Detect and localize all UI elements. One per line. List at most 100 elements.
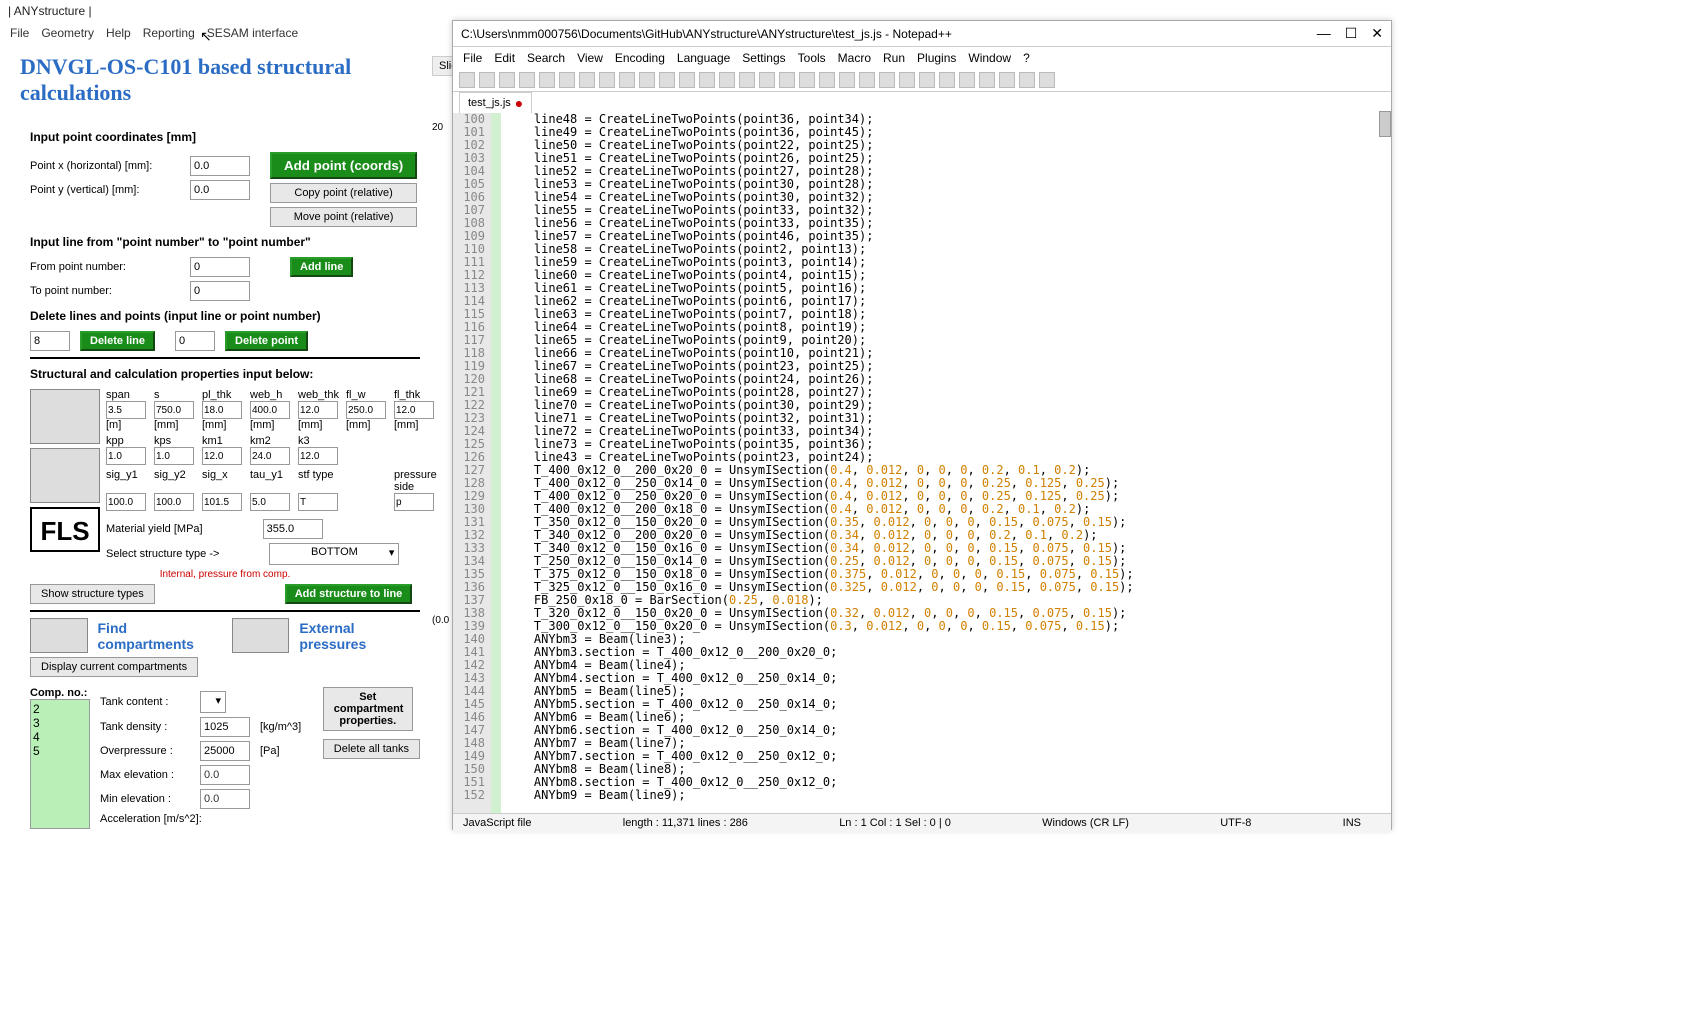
scrollbar-thumb[interactable] (1379, 111, 1391, 137)
toolbar-icon[interactable] (879, 72, 895, 88)
prop-input[interactable] (250, 401, 290, 419)
toolbar-icon[interactable] (739, 72, 755, 88)
show-structure-types-button[interactable]: Show structure types (30, 584, 155, 604)
delete-line-button[interactable]: Delete line (80, 331, 155, 351)
menu-reporting[interactable]: Reporting (143, 26, 195, 40)
npp-menu-item[interactable]: Search (527, 51, 565, 65)
external-pressures-link[interactable]: External pressures (299, 620, 420, 652)
to-input[interactable] (190, 281, 250, 301)
prop-input[interactable] (106, 447, 146, 465)
set-compartment-button[interactable]: Set compartment properties. (323, 687, 413, 731)
menu-geometry[interactable]: Geometry (41, 26, 94, 40)
prop-input[interactable] (250, 447, 290, 465)
npp-menu-item[interactable]: Run (883, 51, 905, 65)
tank-density-input[interactable] (200, 717, 250, 737)
toolbar-icon[interactable] (639, 72, 655, 88)
add-structure-button[interactable]: Add structure to line (285, 584, 413, 604)
npp-menu-item[interactable]: Language (677, 51, 730, 65)
prop-input[interactable] (250, 493, 290, 511)
prop-input[interactable] (154, 401, 194, 419)
toolbar-icon[interactable] (959, 72, 975, 88)
prop-input[interactable] (394, 493, 434, 511)
close-icon[interactable]: ✕ (1371, 25, 1383, 42)
pointx-input[interactable] (190, 156, 250, 176)
list-item[interactable]: 4 (33, 730, 87, 744)
prop-input[interactable] (202, 401, 242, 419)
code-area[interactable]: line48 = CreateLineTwoPoints(point36, po… (501, 113, 1391, 813)
delete-all-tanks-button[interactable]: Delete all tanks (323, 739, 420, 759)
prop-input[interactable] (202, 447, 242, 465)
toolbar-icon[interactable] (939, 72, 955, 88)
editor[interactable]: 100 101 102 103 104 105 106 107 108 109 … (453, 113, 1391, 813)
overpressure-input[interactable] (200, 741, 250, 761)
list-item[interactable]: 3 (33, 716, 87, 730)
prop-input[interactable] (202, 493, 242, 511)
toolbar-icon[interactable] (659, 72, 675, 88)
prop-input[interactable] (106, 401, 146, 419)
npp-menu-item[interactable]: Macro (838, 51, 871, 65)
toolbar-icon[interactable] (499, 72, 515, 88)
toolbar-icon[interactable] (839, 72, 855, 88)
npp-menu-item[interactable]: Settings (742, 51, 785, 65)
list-item[interactable]: 5 (33, 744, 87, 758)
npp-menu-item[interactable]: Window (968, 51, 1011, 65)
tank-content-select[interactable] (200, 691, 226, 713)
toolbar-icon[interactable] (539, 72, 555, 88)
npp-menu-item[interactable]: ? (1023, 51, 1030, 65)
from-input[interactable] (190, 257, 250, 277)
toolbar-icon[interactable] (699, 72, 715, 88)
compartment-list[interactable]: 2345 (30, 699, 90, 829)
maximize-icon[interactable]: ☐ (1345, 25, 1358, 42)
delete-point-button[interactable]: Delete point (225, 331, 308, 351)
toolbar-icon[interactable] (619, 72, 635, 88)
toolbar-icon[interactable] (1039, 72, 1055, 88)
material-yield-input[interactable] (263, 519, 323, 539)
npp-menu-item[interactable]: Plugins (917, 51, 956, 65)
menu-sesam[interactable]: SESAM interface (207, 26, 298, 40)
minimize-icon[interactable]: — (1317, 25, 1331, 42)
add-point-button[interactable]: Add point (coords) (270, 152, 417, 179)
delete-line-input[interactable] (30, 331, 70, 351)
npp-menu-item[interactable]: Encoding (615, 51, 665, 65)
prop-input[interactable] (394, 401, 434, 419)
prop-input[interactable] (298, 447, 338, 465)
file-tab[interactable]: test_js.js● (459, 92, 532, 113)
find-compartments-link[interactable]: Find compartments (98, 620, 222, 652)
toolbar-icon[interactable] (1019, 72, 1035, 88)
display-compartments-button[interactable]: Display current compartments (30, 657, 198, 677)
prop-input[interactable] (154, 493, 194, 511)
toolbar-icon[interactable] (999, 72, 1015, 88)
toolbar-icon[interactable] (859, 72, 875, 88)
prop-input[interactable] (154, 447, 194, 465)
toolbar-icon[interactable] (919, 72, 935, 88)
toolbar-icon[interactable] (979, 72, 995, 88)
toolbar-icon[interactable] (819, 72, 835, 88)
prop-input[interactable] (298, 493, 338, 511)
structure-type-select[interactable]: BOTTOM (269, 543, 399, 565)
toolbar-icon[interactable] (759, 72, 775, 88)
toolbar-icon[interactable] (559, 72, 575, 88)
toolbar-icon[interactable] (799, 72, 815, 88)
menu-file[interactable]: File (10, 26, 29, 40)
move-point-button[interactable]: Move point (relative) (270, 207, 417, 227)
toolbar-icon[interactable] (459, 72, 475, 88)
toolbar-icon[interactable] (679, 72, 695, 88)
toolbar-icon[interactable] (519, 72, 535, 88)
toolbar-icon[interactable] (899, 72, 915, 88)
prop-input[interactable] (346, 401, 386, 419)
prop-input[interactable] (106, 493, 146, 511)
pointy-input[interactable] (190, 180, 250, 200)
npp-menu-item[interactable]: View (577, 51, 603, 65)
npp-menu-item[interactable]: Tools (798, 51, 826, 65)
copy-point-button[interactable]: Copy point (relative) (270, 183, 417, 203)
npp-menu-item[interactable]: Edit (494, 51, 515, 65)
add-line-button[interactable]: Add line (290, 257, 353, 277)
toolbar-icon[interactable] (579, 72, 595, 88)
prop-input[interactable] (298, 401, 338, 419)
toolbar-icon[interactable] (779, 72, 795, 88)
toolbar-icon[interactable] (599, 72, 615, 88)
list-item[interactable]: 2 (33, 702, 87, 716)
menu-help[interactable]: Help (106, 26, 131, 40)
delete-point-input[interactable] (175, 331, 215, 351)
toolbar-icon[interactable] (479, 72, 495, 88)
